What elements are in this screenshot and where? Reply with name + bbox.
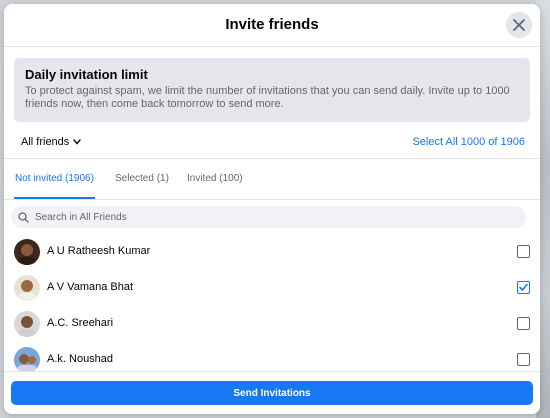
- friends-list: A U Ratheesh Kumar A V Vamana Bhat A.C. …: [4, 234, 540, 372]
- friend-name: A V Vamana Bhat: [47, 281, 134, 293]
- avatar: [14, 275, 40, 301]
- dialog-footer: Send Invitations: [4, 371, 540, 414]
- dialog-title: Invite friends: [225, 16, 319, 33]
- friends-filter-dropdown[interactable]: All friends: [21, 136, 81, 148]
- list-item[interactable]: A.k. Noushad: [4, 342, 540, 372]
- friend-name: A U Ratheesh Kumar: [47, 245, 151, 257]
- tab-bar: Not invited (1906) Selected (1) Invited …: [4, 158, 540, 200]
- friends-filter-label: All friends: [21, 136, 70, 148]
- list-item[interactable]: A U Ratheesh Kumar: [4, 234, 540, 270]
- daily-limit-notice: Daily invitation limit To protect agains…: [14, 58, 530, 122]
- close-icon: [513, 19, 525, 31]
- friend-checkbox[interactable]: [517, 281, 530, 294]
- list-item[interactable]: A V Vamana Bhat: [4, 270, 540, 306]
- dialog-header: Invite friends: [4, 4, 540, 47]
- select-all-link[interactable]: Select All 1000 of 1906: [412, 136, 525, 148]
- friend-checkbox[interactable]: [517, 245, 530, 258]
- notice-text: To protect against spam, we limit the nu…: [25, 85, 510, 110]
- search-icon: [18, 211, 29, 223]
- notice-title: Daily invitation limit: [25, 67, 148, 82]
- list-item[interactable]: A.C. Sreehari: [4, 306, 540, 342]
- friend-checkbox[interactable]: [517, 317, 530, 330]
- friend-name: A.k. Noushad: [47, 353, 114, 365]
- avatar: [14, 311, 40, 337]
- tab-invited[interactable]: Invited (100): [187, 159, 243, 199]
- invite-friends-dialog: Invite friends Daily invitation limit To…: [4, 4, 540, 414]
- tab-not-invited[interactable]: Not invited (1906): [14, 159, 95, 199]
- avatar: [14, 347, 40, 372]
- friend-checkbox[interactable]: [517, 353, 530, 366]
- avatar: [14, 239, 40, 265]
- close-button[interactable]: [506, 12, 532, 38]
- tab-selected[interactable]: Selected (1): [115, 159, 169, 199]
- friend-name: A.C. Sreehari: [47, 317, 114, 329]
- checkmark-icon: [519, 283, 528, 291]
- filter-row: All friends Select All 1000 of 1906: [4, 134, 540, 154]
- search-input[interactable]: [33, 210, 517, 224]
- send-invitations-button[interactable]: Send Invitations: [11, 381, 533, 405]
- chevron-down-icon: [73, 139, 81, 145]
- search-bar: [11, 206, 526, 228]
